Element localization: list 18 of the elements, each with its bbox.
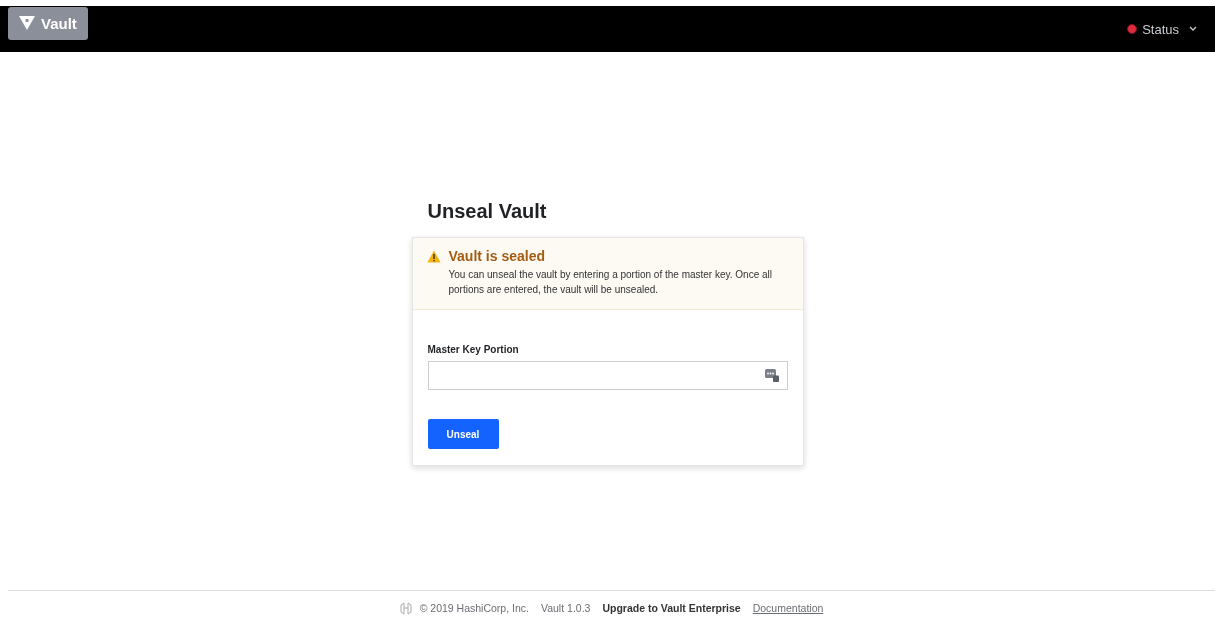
alert-title: Vault is sealed [448, 248, 545, 264]
copyright-text: © 2019 HashiCorp, Inc. [419, 602, 529, 614]
field-label: Master Key Portion [427, 344, 520, 355]
status-menu[interactable]: Status [1127, 21, 1197, 37]
upgrade-link[interactable]: Upgrade to Vault Enterprise [602, 602, 741, 614]
warning-icon [426, 249, 441, 263]
logo-icon [19, 16, 35, 30]
input-field[interactable] [427, 361, 788, 390]
alert-message: You can unseal the vault by entering a portion of the master key. Once all portions are entered, the vault will be unsealed. [448, 268, 774, 297]
hashicorp-logo-icon [399, 601, 412, 615]
unseal-button[interactable]: Unseal [427, 419, 499, 449]
sealed-dot-icon [1127, 24, 1138, 34]
home-link[interactable]: Vault [8, 6, 88, 40]
key-toggle-icon [764, 369, 779, 382]
chevron-down-icon [1189, 26, 1197, 32]
version-text: Vault 1.0.3 [540, 602, 591, 614]
page-title: Unseal Vault [427, 200, 548, 223]
documentation-link[interactable]: Documentation [752, 602, 824, 614]
